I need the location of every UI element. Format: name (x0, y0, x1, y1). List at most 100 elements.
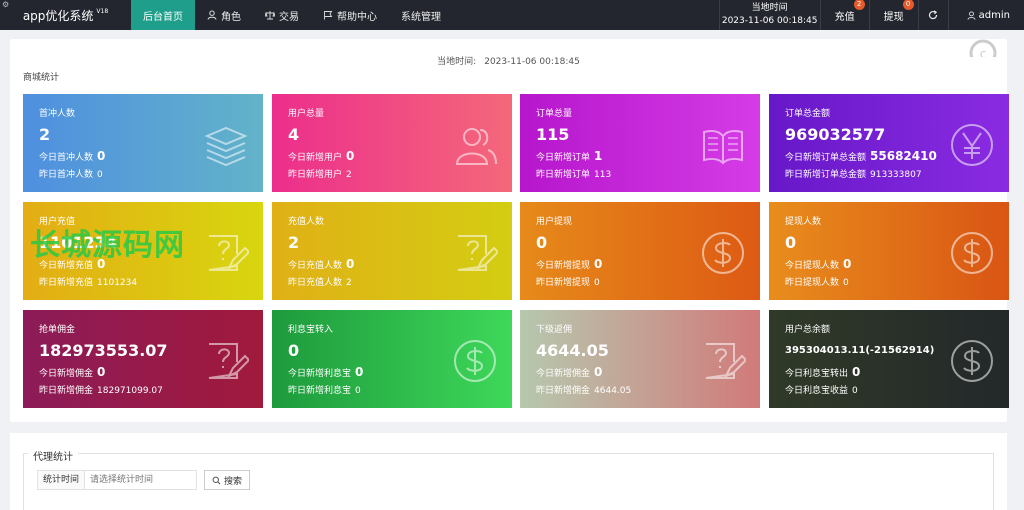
section-title: 商城统计 (23, 73, 60, 83)
stat-card-title: 提现人数 (785, 217, 822, 227)
stat-card-yesterday: 昨日新增提现 0 (536, 274, 744, 293)
stat-card-yesterday: 昨日新增佣金 182971099.07 (39, 382, 247, 401)
creative-commons-icon: c (969, 39, 997, 57)
stat-card-yesterday: 昨日新增充值 1101234 (39, 274, 247, 293)
watermark-text: 长城源码网 (30, 228, 185, 263)
user-icon (207, 10, 217, 20)
balance-icon (265, 11, 275, 20)
stat-card-today-label: 今日新增用户 (288, 153, 343, 163)
user-name: admin (978, 9, 1010, 21)
edit-icon (705, 343, 746, 379)
nav-system[interactable]: 系统管理 (389, 0, 453, 30)
stat-card-yesterday-value: 0 (97, 170, 103, 180)
stat-card-yesterday-value: 0 (355, 386, 361, 396)
svg-text:c: c (980, 47, 987, 57)
agent-legend: 代理统计 (28, 448, 78, 463)
nav-trade-label: 交易 (279, 11, 299, 23)
stat-card-title: 用户总量 (288, 109, 325, 119)
dollar-icon (951, 232, 993, 274)
nav-trade[interactable]: 交易 (253, 0, 311, 30)
stat-time-input[interactable] (85, 470, 198, 490)
stat-card-yesterday-value: 913333807 (870, 170, 922, 180)
settings-icon[interactable]: ⚙ (2, 1, 9, 9)
stat-card[interactable]: 下级返佣 4644.05 今日新增佣金 0 昨日新增佣金 4644.05 (520, 310, 760, 408)
stat-card-today-value: 0 (346, 257, 355, 271)
brand-name: app优化系统 (22, 8, 94, 23)
stat-card-today-label: 今日新增订单总金额 (785, 153, 867, 163)
recharge-badge: 2 (853, 0, 865, 10)
stat-card[interactable]: 用户总余额 395304013.11(-21562914) 今日利息宝转出 0 今日利息… (769, 310, 1009, 408)
search-button[interactable]: 搜索 (204, 470, 251, 490)
stat-card-today-label: 今日首冲人数 (39, 153, 94, 163)
stat-card[interactable]: 充值人数 2 今日充值人数 0 昨日充值人数 2 (272, 202, 512, 300)
user-icon (967, 10, 976, 20)
stat-card-yesterday-label: 昨日新增利息宝 (288, 386, 352, 396)
stat-card-today-value: 0 (97, 365, 106, 379)
user-menu[interactable]: admin (949, 0, 1024, 30)
stat-card-yesterday-value: 0 (852, 386, 858, 396)
brand-logo[interactable]: app优化系统 V18 (0, 0, 131, 30)
stat-card-yesterday-label: 昨日新增用户 (288, 170, 343, 180)
stat-card-yesterday-label: 昨日新增佣金 (39, 386, 94, 396)
recharge-label: 充值 (834, 11, 855, 23)
header-time-label: 当地时间 (751, 3, 788, 13)
top-bar: ⚙ app优化系统 V18 后台首页 角色 交易 帮助中心 系统管理 当地时间 2… (0, 0, 1024, 30)
refresh-button[interactable] (919, 0, 949, 30)
stat-card[interactable]: 利息宝转入 0 今日新增利息宝 0 昨日新增利息宝 0 (272, 310, 512, 408)
nav-help[interactable]: 帮助中心 (311, 0, 389, 30)
stat-card-today-value: 0 (346, 149, 355, 163)
nav-system-label: 系统管理 (401, 11, 441, 23)
stat-card[interactable]: 抢单佣金 182973553.07 今日新增佣金 0 昨日新增佣金 182971099.0… (23, 310, 263, 408)
stat-card-yesterday: 昨日新增利息宝 0 (288, 382, 496, 401)
stat-card-yesterday-value: 4644.05 (594, 386, 632, 396)
stat-card-today-label: 今日利息宝转出 (785, 369, 849, 379)
stat-card-title: 充值人数 (288, 217, 325, 227)
agent-form: 统计时间 搜索 (37, 470, 251, 490)
nav-role[interactable]: 角色 (195, 0, 253, 30)
brand-version: V18 (96, 7, 109, 15)
stat-card-yesterday-label: 昨日新增订单 (536, 170, 591, 180)
stat-card-yesterday-label: 昨日新增提现 (536, 278, 591, 288)
stat-card-today-value: 0 (594, 365, 603, 379)
dollar-icon (702, 232, 744, 274)
edit-icon (208, 235, 249, 271)
dollar-icon (951, 340, 993, 382)
stat-card-title: 下级返佣 (536, 325, 573, 335)
edit-icon (457, 235, 498, 271)
refresh-icon (929, 10, 938, 20)
stat-card-yesterday-label: 昨日新增订单总金额 (785, 170, 867, 180)
overview-time: 当地时间: 2023-11-06 00:18:45 (10, 54, 1007, 67)
stat-card[interactable]: 首冲人数 2 今日首冲人数 0 昨日首冲人数 0 (23, 94, 263, 192)
stat-card-today-label: 今日充值人数 (288, 261, 343, 271)
stat-card-title: 抢单佣金 (39, 325, 76, 335)
stat-card-today-label: 今日新增佣金 (536, 369, 591, 379)
stat-card-yesterday: 昨日充值人数 2 (288, 274, 496, 293)
stat-card-today-value: 55682410 (870, 149, 937, 163)
nav-home[interactable]: 后台首页 (131, 0, 195, 30)
stat-card-today-label: 今日新增佣金 (39, 369, 94, 379)
yen-icon (951, 124, 993, 166)
stat-card-yesterday: 昨日首冲人数 0 (39, 166, 247, 185)
stat-card-yesterday-value: 1101234 (97, 278, 138, 288)
withdraw-button[interactable]: 提现 0 (870, 0, 919, 30)
nav-role-label: 角色 (221, 11, 241, 23)
stat-card[interactable]: 用户提现 0 今日新增提现 0 昨日新增提现 0 (520, 202, 760, 300)
stat-card-yesterday-label: 昨日新增佣金 (536, 386, 591, 396)
stat-card-yesterday-value: 182971099.07 (97, 386, 163, 396)
stat-card-yesterday-label: 昨日提现人数 (785, 278, 840, 288)
stat-card[interactable]: 用户总量 4 今日新增用户 0 昨日新增用户 2 (272, 94, 512, 192)
stat-card-title: 订单总金额 (785, 109, 831, 119)
stat-card-yesterday: 今日利息宝收益 0 (785, 382, 993, 401)
stat-card-yesterday-label: 今日利息宝收益 (785, 386, 849, 396)
stat-card-title: 利息宝转入 (288, 325, 334, 335)
stat-card[interactable]: 订单总量 115 今日新增订单 1 昨日新增订单 113 (520, 94, 760, 192)
stat-card-yesterday-label: 昨日新增充值 (39, 278, 94, 288)
recharge-button[interactable]: 充值 2 (821, 0, 870, 30)
edit-icon (208, 343, 249, 379)
stat-card-today-value: 0 (843, 257, 852, 271)
stat-card[interactable]: 订单总金额 969032577 今日新增订单总金额 55682410 昨日新增订单总金额… (769, 94, 1009, 192)
book-icon (703, 130, 743, 165)
flag-icon (324, 11, 333, 20)
header-time: 当地时间 2023-11-06 00:18:45 (718, 0, 821, 30)
stat-card[interactable]: 提现人数 0 今日提现人数 0 昨日提现人数 0 (769, 202, 1009, 300)
